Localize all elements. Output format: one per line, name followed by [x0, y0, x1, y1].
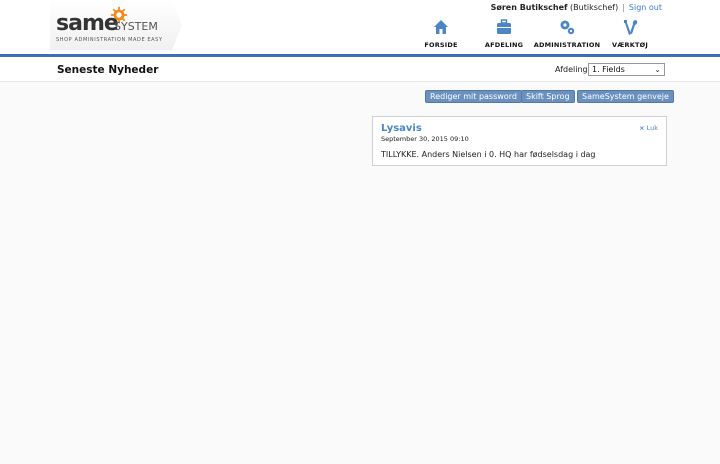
shortcuts-button[interactable]: SameSystem genveje	[577, 90, 674, 103]
news-close-label: Luk	[646, 124, 658, 132]
news-panel: Lysavis September 30, 2015 09:10 × Luk TI…	[372, 116, 667, 166]
edit-password-button[interactable]: Rediger mit password	[425, 90, 522, 103]
sub-header: Seneste Nyheder Afdeling 1. Fields ⌄	[0, 57, 720, 82]
nav-item-administration[interactable]: ADMINISTRATION	[532, 18, 602, 49]
nav-label-forside: FORSIDE	[424, 41, 458, 49]
tools-icon	[624, 19, 638, 35]
news-close-button[interactable]: × Luk	[639, 124, 658, 132]
nav-label-administration: ADMINISTRATION	[533, 41, 601, 49]
news-body: TILLYKKE. Anders Nielsen i 0. HQ har fød…	[381, 150, 596, 159]
nav-label-vaerktoej: VÆRKTØJ	[612, 41, 648, 49]
main-nav: FORSIDE AFDELING ADMINISTRATION VÆRKTØJ	[0, 18, 720, 52]
department-select[interactable]: 1. Fields ⌄	[588, 63, 665, 76]
home-icon	[434, 20, 448, 34]
nav-item-afdeling[interactable]: AFDELING	[469, 18, 539, 49]
nav-item-forside[interactable]: FORSIDE	[406, 18, 476, 49]
header: same SYSTEM SHOP ADMINISTRATION MADE EAS…	[0, 0, 720, 55]
nav-label-afdeling: AFDELING	[484, 41, 524, 49]
user-name: Søren Butikschef	[490, 3, 568, 12]
change-language-button[interactable]: Skift Sprog	[521, 90, 575, 103]
page-title: Seneste Nyheder	[57, 64, 159, 76]
briefcase-icon	[497, 19, 511, 34]
nav-item-vaerktoej[interactable]: VÆRKTØJ	[595, 18, 665, 49]
department-label: Afdeling	[555, 65, 588, 74]
user-info: Søren Butikschef (Butikschef)	[491, 3, 619, 12]
department-select-value: 1. Fields	[592, 65, 625, 74]
gears-icon	[560, 20, 575, 35]
news-date: September 30, 2015 09:10	[381, 135, 469, 143]
user-role: (Butikschef)	[570, 3, 619, 12]
chevron-down-icon: ⌄	[654, 65, 661, 74]
close-icon: ×	[639, 124, 645, 132]
news-title: Lysavis	[381, 123, 422, 134]
user-bar: Søren Butikschef (Butikschef) | Sign out	[491, 3, 662, 12]
user-bar-separator: |	[622, 3, 625, 12]
signout-link[interactable]: Sign out	[629, 3, 662, 12]
